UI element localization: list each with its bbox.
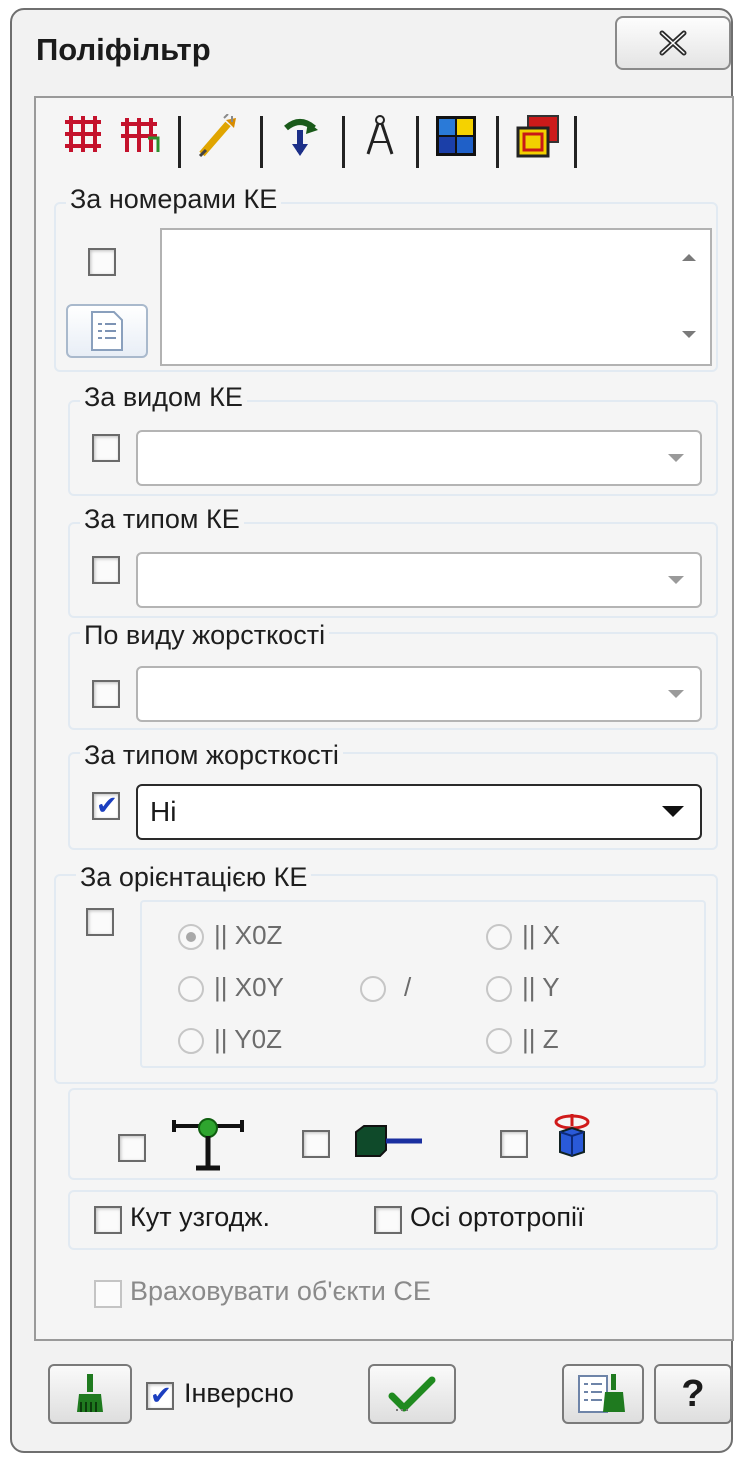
group-by-orientation-label: За орієнтацією КЕ	[76, 862, 312, 893]
tab-layers[interactable]	[514, 114, 562, 160]
by-type-select[interactable]	[136, 552, 702, 608]
chevron-down-icon	[668, 690, 684, 698]
close-button[interactable]	[615, 16, 731, 70]
toolbar-separator	[574, 116, 577, 168]
ortho-label: Осі ортотропії	[410, 1202, 585, 1232]
radio-xoz[interactable]	[178, 924, 204, 950]
by-kind-checkbox[interactable]	[92, 434, 120, 462]
chevron-down-icon	[668, 454, 684, 462]
radio-xoy[interactable]	[178, 976, 204, 1002]
radio-yoz[interactable]	[178, 1028, 204, 1054]
radio-z[interactable]	[486, 1028, 512, 1054]
rotation-checkbox[interactable]	[500, 1130, 528, 1158]
hinge-node-icon	[172, 1118, 244, 1171]
group-by-stiffness-kind-label: По виду жорсткості	[80, 620, 330, 651]
radio-y-label: || Y	[522, 972, 560, 1002]
by-orientation-checkbox[interactable]	[86, 908, 114, 936]
tab-grid-filter[interactable]	[62, 114, 104, 154]
group-by-stiffness-type: За типом жорсткості ✔ Ні	[68, 740, 718, 850]
inverse-checkbox[interactable]: ✔	[146, 1380, 174, 1410]
grid-red-partial-icon	[121, 118, 160, 152]
radio-x[interactable]	[486, 924, 512, 950]
tab-color-grid[interactable]	[434, 114, 478, 158]
radio-xoz-label: || X0Z	[214, 920, 283, 950]
clear-filter-button[interactable]	[48, 1364, 132, 1424]
list-document-icon	[91, 311, 123, 351]
tab-rotate[interactable]	[278, 114, 322, 158]
inverse-label: Інверсно	[184, 1378, 294, 1408]
tab-compass[interactable]	[362, 114, 398, 158]
toolbar-separator	[342, 116, 345, 168]
pencil-icon	[198, 114, 236, 158]
help-label: ?	[681, 1372, 705, 1415]
help-button[interactable]: ?	[654, 1364, 732, 1424]
group-by-kind-label: За видом КЕ	[80, 382, 247, 413]
tab-grid-partial[interactable]	[118, 114, 160, 154]
filter-settings-button[interactable]	[562, 1364, 644, 1424]
radio-xoy-label: || X0Y	[214, 972, 284, 1002]
group-angle-ortho: Кут узгодж. Осі ортотропії	[68, 1190, 718, 1250]
group-by-numbers: За номерами КЕ	[54, 184, 718, 372]
group-special-elements	[68, 1088, 718, 1180]
color-grid-icon	[436, 116, 476, 156]
angle-label: Кут узгодж.	[130, 1202, 270, 1232]
radio-z-label: || Z	[522, 1024, 559, 1054]
apply-button[interactable]	[368, 1364, 456, 1424]
check-icon	[388, 1376, 436, 1412]
rigid-link-checkbox[interactable]	[302, 1130, 330, 1158]
hinge-checkbox[interactable]	[118, 1134, 146, 1162]
rotation-cube-icon	[554, 1114, 590, 1158]
toolbar-separator	[178, 116, 181, 168]
se-objects-checkbox[interactable]	[94, 1280, 122, 1308]
group-by-type-label: За типом КЕ	[80, 504, 244, 535]
checkmark-icon: ✔	[150, 1380, 172, 1410]
dialog-title: Поліфільтр	[36, 32, 211, 67]
angle-checkbox[interactable]	[94, 1206, 122, 1234]
group-by-stiffness-kind: По виду жорсткості	[68, 620, 718, 730]
by-numbers-checkbox[interactable]	[88, 248, 116, 276]
group-by-orientation: За орієнтацією КЕ || X0Z || X0Y || Y0Z /…	[54, 862, 718, 1084]
rotate-arrow-icon	[284, 119, 318, 156]
tab-pencil[interactable]	[196, 114, 240, 158]
list-brush-icon	[578, 1374, 625, 1413]
rigid-insert-icon	[355, 1125, 422, 1157]
scroll-up-icon[interactable]	[682, 254, 696, 261]
chevron-down-icon	[668, 576, 684, 584]
by-stiffness-type-checkbox[interactable]: ✔	[92, 790, 120, 820]
scroll-down-icon[interactable]	[682, 331, 696, 338]
numbers-list-button[interactable]	[66, 304, 148, 358]
group-by-numbers-label: За номерами КЕ	[66, 184, 282, 215]
radio-yoz-label: || Y0Z	[214, 1024, 282, 1054]
by-kind-select[interactable]	[136, 430, 702, 486]
numbers-textarea[interactable]	[160, 228, 712, 366]
ortho-checkbox[interactable]	[374, 1206, 402, 1234]
layers-icon	[516, 115, 559, 158]
grid-red-icon	[65, 116, 101, 152]
toolbar-separator	[496, 116, 499, 168]
close-icon	[659, 30, 687, 56]
se-objects-label: Враховувати об'єкти СЕ	[130, 1276, 431, 1306]
by-stiffness-type-value: Ні	[150, 796, 177, 827]
group-by-stiffness-type-label: За типом жорсткості	[80, 740, 343, 771]
tab-toolbar	[56, 106, 736, 168]
radio-y[interactable]	[486, 976, 512, 1002]
compass-icon	[366, 115, 394, 155]
group-by-kind: За видом КЕ	[68, 382, 718, 496]
chevron-down-icon	[662, 806, 684, 817]
by-stiffness-type-select[interactable]: Ні	[136, 784, 702, 840]
radio-x-label: || X	[522, 920, 561, 950]
toolbar-separator	[416, 116, 419, 168]
by-stiffness-kind-select[interactable]	[136, 666, 702, 722]
radio-slash-label: /	[404, 972, 412, 1002]
radio-slash[interactable]	[360, 976, 386, 1002]
by-type-checkbox[interactable]	[92, 556, 120, 584]
toolbar-separator	[260, 116, 263, 168]
group-by-type: За типом КЕ	[68, 504, 718, 618]
checkmark-icon: ✔	[96, 790, 118, 820]
brush-icon	[77, 1374, 103, 1412]
by-stiffness-kind-checkbox[interactable]	[92, 680, 120, 708]
polyfilter-dialog: Поліфільтр За номерами КЕ За видом КЕ За…	[10, 8, 734, 1453]
orientation-options: || X0Z || X0Y || Y0Z / || X || Y || Z	[140, 900, 706, 1068]
filter-panel: За номерами КЕ За видом КЕ За типом КЕ П…	[34, 96, 734, 1341]
